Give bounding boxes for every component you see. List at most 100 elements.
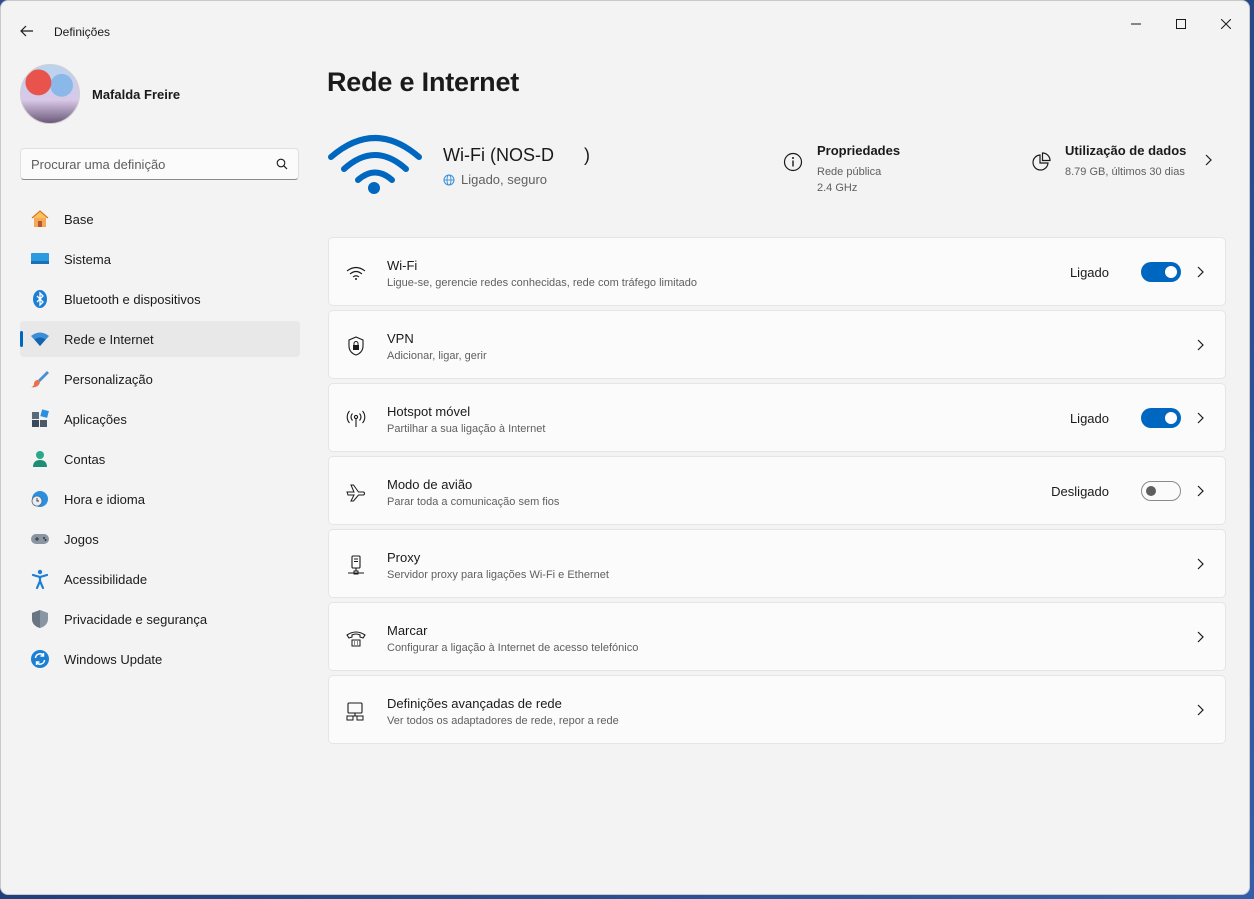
card-description: Adicionar, ligar, gerir — [387, 350, 487, 362]
data-usage-detail: 8.79 GB, últimos 30 dias — [1065, 166, 1185, 178]
card-proxy[interactable]: Proxy Servidor proxy para ligações Wi-Fi… — [328, 529, 1226, 598]
connection-status: Ligado, seguro — [443, 172, 547, 187]
wifi-icon — [345, 262, 367, 284]
search-box[interactable] — [20, 148, 299, 180]
network-band: 2.4 GHz — [817, 182, 858, 194]
sidebar-item-accessibility[interactable]: Acessibilidade — [20, 561, 300, 597]
minimize-icon — [1131, 23, 1141, 25]
info-icon — [783, 152, 803, 172]
network-ssid: Wi-Fi (NOS-D ) — [443, 145, 590, 165]
card-title: Marcar — [387, 623, 428, 638]
card-airplane-mode[interactable]: Modo de avião Parar toda a comunicação s… — [328, 456, 1226, 525]
sidebar-item-personalization[interactable]: Personalização — [20, 361, 300, 397]
sidebar-item-time-language[interactable]: Hora e idioma — [20, 481, 300, 517]
sidebar-item-label: Acessibilidade — [64, 571, 148, 587]
wifi-large-icon — [328, 135, 422, 194]
accessibility-icon — [30, 569, 50, 589]
bluetooth-icon — [30, 289, 50, 309]
sidebar-item-accounts[interactable]: Contas — [20, 441, 300, 477]
card-title: Modo de avião — [387, 477, 473, 492]
network-adapter-icon — [345, 700, 367, 722]
properties-link[interactable]: Propriedades Rede pública 2.4 GHz — [783, 143, 900, 196]
sidebar-item-base[interactable]: Base — [20, 201, 300, 237]
search-input[interactable] — [31, 156, 276, 172]
avatar — [20, 64, 80, 124]
sidebar-item-label: Hora e idioma — [64, 491, 145, 507]
card-description: Ver todos os adaptadores de rede, repor … — [387, 715, 619, 727]
sidebar-item-label: Aplicações — [64, 411, 127, 427]
chevron-right-icon — [1205, 154, 1212, 166]
system-icon — [30, 249, 50, 269]
properties-detail: Rede pública 2.4 GHz — [817, 164, 900, 196]
chevron-right-icon — [1197, 339, 1204, 351]
chevron-right-icon — [1197, 631, 1204, 643]
sidebar-item-apps[interactable]: Aplicações — [20, 401, 300, 437]
chevron-right-icon — [1197, 485, 1204, 497]
sidebar-item-privacy[interactable]: Privacidade e segurança — [20, 601, 300, 637]
card-hotspot[interactable]: Hotspot móvel Partilhar a sua ligação à … — [328, 383, 1226, 452]
sidebar-item-label: Rede e Internet — [64, 331, 154, 347]
card-advanced-network[interactable]: Definições avançadas de rede Ver todos o… — [328, 675, 1226, 744]
connection-summary: Wi-Fi (NOS-D ) Ligado, seguro Propriedad… — [327, 127, 1225, 199]
brush-icon — [30, 369, 50, 389]
close-button[interactable] — [1203, 9, 1249, 39]
card-description: Partilhar a sua ligação à Internet — [387, 423, 546, 435]
sidebar-item-label: Bluetooth e dispositivos — [64, 291, 201, 307]
sidebar-item-bluetooth[interactable]: Bluetooth e dispositivos — [20, 281, 300, 317]
back-button[interactable] — [13, 17, 41, 45]
account-icon — [30, 449, 50, 469]
apps-icon — [30, 409, 50, 429]
app-title: Definições — [54, 25, 111, 39]
settings-list: Wi-Fi Ligue-se, gerencie redes conhecida… — [328, 237, 1226, 748]
chevron-right-icon — [1197, 704, 1204, 716]
sidebar-item-label: Personalização — [64, 371, 153, 387]
sidebar-item-windows-update[interactable]: Windows Update — [20, 641, 300, 677]
airplane-mode-toggle[interactable] — [1141, 481, 1181, 501]
hotspot-toggle[interactable] — [1141, 408, 1181, 428]
sidebar-item-label: Jogos — [64, 531, 99, 547]
chevron-right-icon — [1197, 266, 1204, 278]
update-icon — [30, 649, 50, 669]
data-usage-link[interactable]: Utilização de dados 8.79 GB, últimos 30 … — [1031, 143, 1186, 180]
card-description: Parar toda a comunicação sem fios — [387, 496, 560, 508]
back-arrow-icon — [20, 25, 33, 37]
airplane-icon — [345, 481, 367, 503]
wifi-toggle[interactable] — [1141, 262, 1181, 282]
sidebar-item-label: Sistema — [64, 251, 111, 267]
minimize-button[interactable] — [1113, 9, 1159, 39]
sidebar-item-label: Contas — [64, 451, 106, 467]
user-profile[interactable]: Mafalda Freire — [20, 63, 180, 125]
card-title: Wi-Fi — [387, 258, 418, 273]
globe-icon — [443, 174, 455, 185]
connection-status-text: Ligado, seguro — [461, 172, 548, 187]
search-icon — [276, 158, 288, 170]
proxy-icon — [345, 554, 367, 576]
dialup-icon — [345, 627, 367, 649]
properties-title: Propriedades — [817, 143, 901, 158]
profile-name: Mafalda Freire — [92, 86, 181, 102]
sidebar-item-network[interactable]: Rede e Internet — [20, 321, 300, 357]
card-dialup[interactable]: Marcar Configurar a ligação à Internet d… — [328, 602, 1226, 671]
maximize-button[interactable] — [1158, 9, 1204, 39]
card-vpn[interactable]: VPN Adicionar, ligar, gerir — [328, 310, 1226, 379]
clock-globe-icon — [30, 489, 50, 509]
airplane-status: Desligado — [1051, 484, 1109, 499]
card-description: Servidor proxy para ligações Wi-Fi e Eth… — [387, 569, 609, 581]
card-wifi[interactable]: Wi-Fi Ligue-se, gerencie redes conhecida… — [328, 237, 1226, 306]
sidebar-item-label: Windows Update — [64, 651, 163, 667]
card-title: Proxy — [387, 550, 421, 565]
network-icon — [30, 329, 50, 349]
page-title: Rede e Internet — [327, 67, 520, 97]
pie-chart-icon — [1032, 152, 1051, 171]
sidebar-item-system[interactable]: Sistema — [20, 241, 300, 277]
settings-window: Definições Mafalda Freire Base Si — [0, 0, 1250, 895]
card-description: Ligue-se, gerencie redes conhecidas, red… — [387, 277, 698, 289]
card-description: Configurar a ligação à Internet de acess… — [387, 642, 639, 654]
sidebar-nav: Base Sistema Bluetooth e dispositivos Re… — [20, 201, 300, 681]
chevron-right-icon — [1197, 558, 1204, 570]
close-icon — [1221, 19, 1231, 29]
hotspot-status: Ligado — [1069, 411, 1109, 426]
card-title: VPN — [387, 331, 414, 346]
hotspot-icon — [345, 408, 367, 430]
sidebar-item-gaming[interactable]: Jogos — [20, 521, 300, 557]
